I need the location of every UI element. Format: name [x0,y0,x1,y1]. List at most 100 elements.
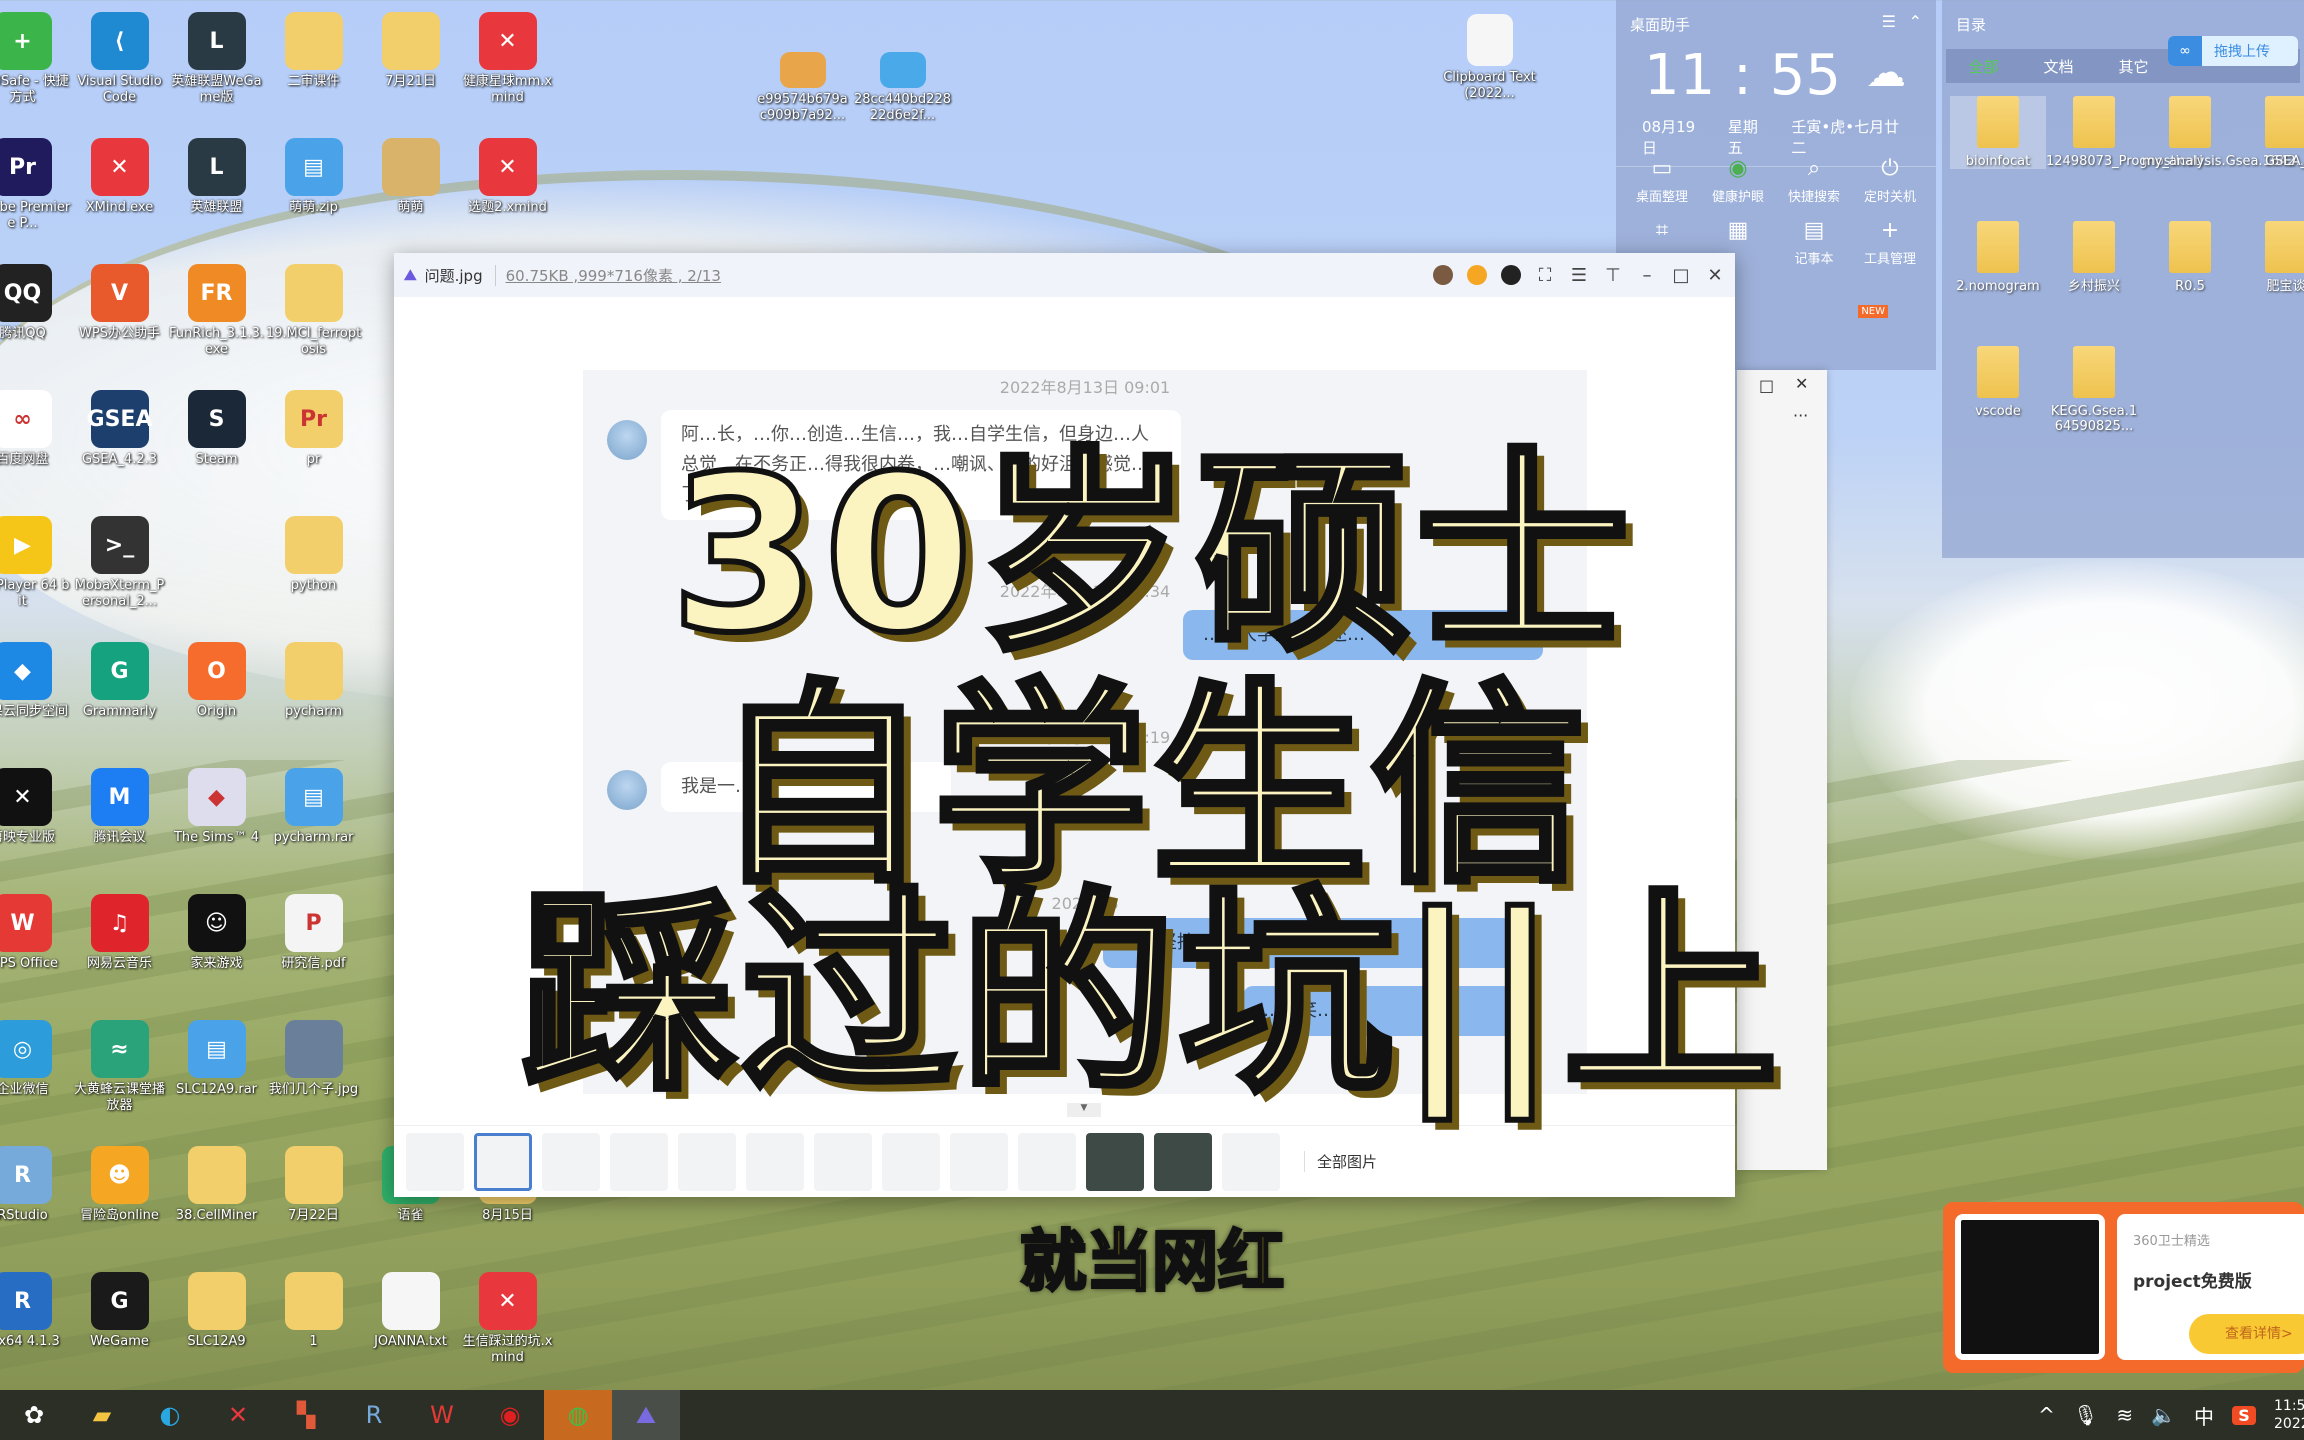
catalog-file[interactable]: 2.nomogram [1950,221,2046,294]
thumbnail[interactable] [1222,1132,1280,1191]
desktop-icon-label: 健康星球mm.xmind [462,74,553,105]
tool-shutdown-timer[interactable]: ⏻ 定时关机 [1852,156,1928,205]
collapse-icon[interactable]: ⌃ [1909,12,1922,31]
desktop-icon[interactable]: L 英雄联盟WeGame版 [168,12,265,106]
notepad-icon: ▤ [1803,218,1825,243]
catalog-file[interactable]: 12498073_Prognosticati... [2046,96,2215,169]
folder-icon [1977,221,2019,273]
desktop-icon[interactable]: L 英雄联盟 [168,138,265,216]
sogou-icon[interactable]: S [2232,1405,2256,1425]
desktop-icon[interactable]: 19.MCI_ferroptosis [265,264,362,358]
desktop-icon[interactable]: ⟨ Visual Studio Code [71,12,168,106]
thumbnail[interactable] [610,1132,668,1191]
thumbnail[interactable] [950,1132,1008,1191]
thumbnail[interactable] [542,1132,600,1191]
thumbnail[interactable] [1086,1132,1144,1191]
thumbnail[interactable] [678,1132,736,1191]
catalog-file[interactable]: 肥宝谈 [2238,221,2304,294]
desktop-icon[interactable]: Pr Adobe Premiere P... [0,138,71,232]
microphone-icon[interactable]: 🎙 [2073,1403,2098,1427]
tool-desktop-organize[interactable]: ▭ 桌面整理 [1624,156,1700,205]
app-icon [381,12,440,70]
tab-docs[interactable]: 文档 [2021,56,2096,77]
taskbar-r-icon[interactable]: R [340,1390,408,1440]
baidu-cloud-icon: ∞ [2168,36,2202,66]
plus-icon: + [1880,218,1900,243]
catalog-file[interactable]: 乡村振兴 [2046,221,2142,294]
tool-label: 快捷搜索 [1787,190,1840,205]
desktop-icon[interactable]: 萌萌 [362,138,459,216]
ad-details-button[interactable]: 查看详情> [2189,1314,2304,1354]
desktop-icon[interactable]: e99574b679ac909b7a92... [754,34,851,124]
coin-icon[interactable] [1501,265,1521,285]
desktop-icon-label: Visual Studio Code [77,74,162,105]
upload-label: 拖拽上传 [2214,44,2270,60]
drag-upload-button[interactable]: ∞ 拖拽上传 [2168,36,2298,66]
thumbnail[interactable] [406,1132,464,1191]
desktop-icon-label: 7月21日 [385,74,436,89]
maximize-icon[interactable]: □ [1671,265,1691,286]
minimize-icon[interactable]: – [1637,265,1657,286]
taskbar-file-explorer-icon[interactable]: ▰ [68,1390,136,1440]
taskbar-wps-icon[interactable]: W [408,1390,476,1440]
lunar-date: 壬寅•虎•七月廿二 [1791,118,1900,157]
tab-all[interactable]: 全部 [1946,56,2021,77]
desktop-icon[interactable]: Clipboard Text (2022... [1441,14,1538,102]
taskbar-start-icon[interactable]: ✿ [0,1390,68,1440]
desktop-icon[interactable]: FR FunRich_3.1.3.exe [168,264,265,358]
app-icon: V [90,264,149,322]
desktop-icon[interactable]: 二审课件 [265,12,362,90]
desktop-icon[interactable]: ✕ 健康星球mm.xmind [459,12,556,106]
taskbar-recorder-icon[interactable]: ◉ [476,1390,544,1440]
tool-quick-search[interactable]: ⌕ 快捷搜索 [1776,156,1852,205]
clock[interactable]: 11:55 2022 [2274,1397,2304,1433]
desktop-icon[interactable]: 28cc440bd22822d6e2f... [854,34,951,124]
desktop-icon-label: 选题2.xmind [468,200,547,215]
volume-icon[interactable]: 🔈 [2151,1403,2176,1427]
catalog-file[interactable]: my_analysis.Gsea.1642... [2142,96,2304,169]
tool-notepad[interactable]: ▤ 记事本 [1776,218,1852,267]
desktop-icon[interactable]: ▤ 萌萌.zip [265,138,362,216]
chevron-up-icon[interactable]: ^ [2038,1403,2055,1427]
close-icon[interactable]: ✕ [1705,265,1725,286]
desktop-icon[interactable]: 7月21日 [362,12,459,90]
file-label: bioinfocat [1965,154,2031,169]
desktop-icon[interactable]: ✕ 选题2.xmind [459,138,556,216]
thumbnail[interactable] [474,1132,532,1191]
thumbnail[interactable] [746,1132,804,1191]
menu-icon[interactable]: ☰ [1569,265,1589,286]
thumbnail[interactable] [814,1132,872,1191]
thumbnail[interactable] [1018,1132,1076,1191]
thumbnail[interactable] [1154,1132,1212,1191]
taskbar-mobaxterm-icon[interactable]: ▚ [272,1390,340,1440]
viewer-titlebar[interactable]: ⛰ 问题.jpg 60.75KB ,999*716像素 , 2/13 ⛶ ☰ ⊤… [394,253,1735,297]
tool-eye-care[interactable]: ◉ 健康护眼 [1700,156,1776,205]
avatar[interactable] [1433,265,1453,285]
all-images-link[interactable]: 全部图片 [1304,1151,1377,1172]
file-label: GSEA_ [2265,154,2304,169]
wifi-icon[interactable]: ≋ [2116,1403,2133,1427]
taskbar-edge-icon[interactable]: ◐ [136,1390,204,1440]
desktop-icon[interactable]: ✕ XMind.exe [71,138,168,216]
file-info[interactable]: 60.75KB ,999*716像素 , 2/13 [494,264,721,286]
catalog-file[interactable]: bioinfocat [1950,96,2046,169]
taskbar-wechat-icon[interactable]: ◍ [544,1390,612,1440]
folder-icon [2169,221,2211,273]
desktop-icon[interactable]: +360Safe - 快捷方式 [0,12,71,106]
ime-indicator[interactable]: 中 [2194,1401,2214,1430]
taskbar-image-viewer-icon[interactable]: ⛰ [612,1390,680,1440]
desktop-icon[interactable]: QQ 腾讯QQ [0,264,71,342]
power-icon: ⏻ [1881,156,1899,181]
vip-icon[interactable] [1467,265,1487,285]
taskbar-xmind-icon[interactable]: ✕ [204,1390,272,1440]
fullscreen-icon[interactable]: ⛶ [1535,265,1555,286]
menu-icon[interactable]: ☰ [1882,12,1896,31]
catalog-file[interactable]: R0.5 [2142,221,2238,294]
tab-other[interactable]: 其它 [2096,56,2171,77]
desktop-icon[interactable]: V WPS办公助手 [71,264,168,342]
pin-icon[interactable]: ⊤ [1603,265,1623,286]
catalog-file[interactable]: GSEA_ [2238,96,2304,169]
thumbnail[interactable] [882,1132,940,1191]
ad-popup[interactable]: 360卫士精选 project免费版 查看详情> [1943,1202,2304,1373]
tool-manage[interactable]: + 工具管理 [1852,218,1928,267]
